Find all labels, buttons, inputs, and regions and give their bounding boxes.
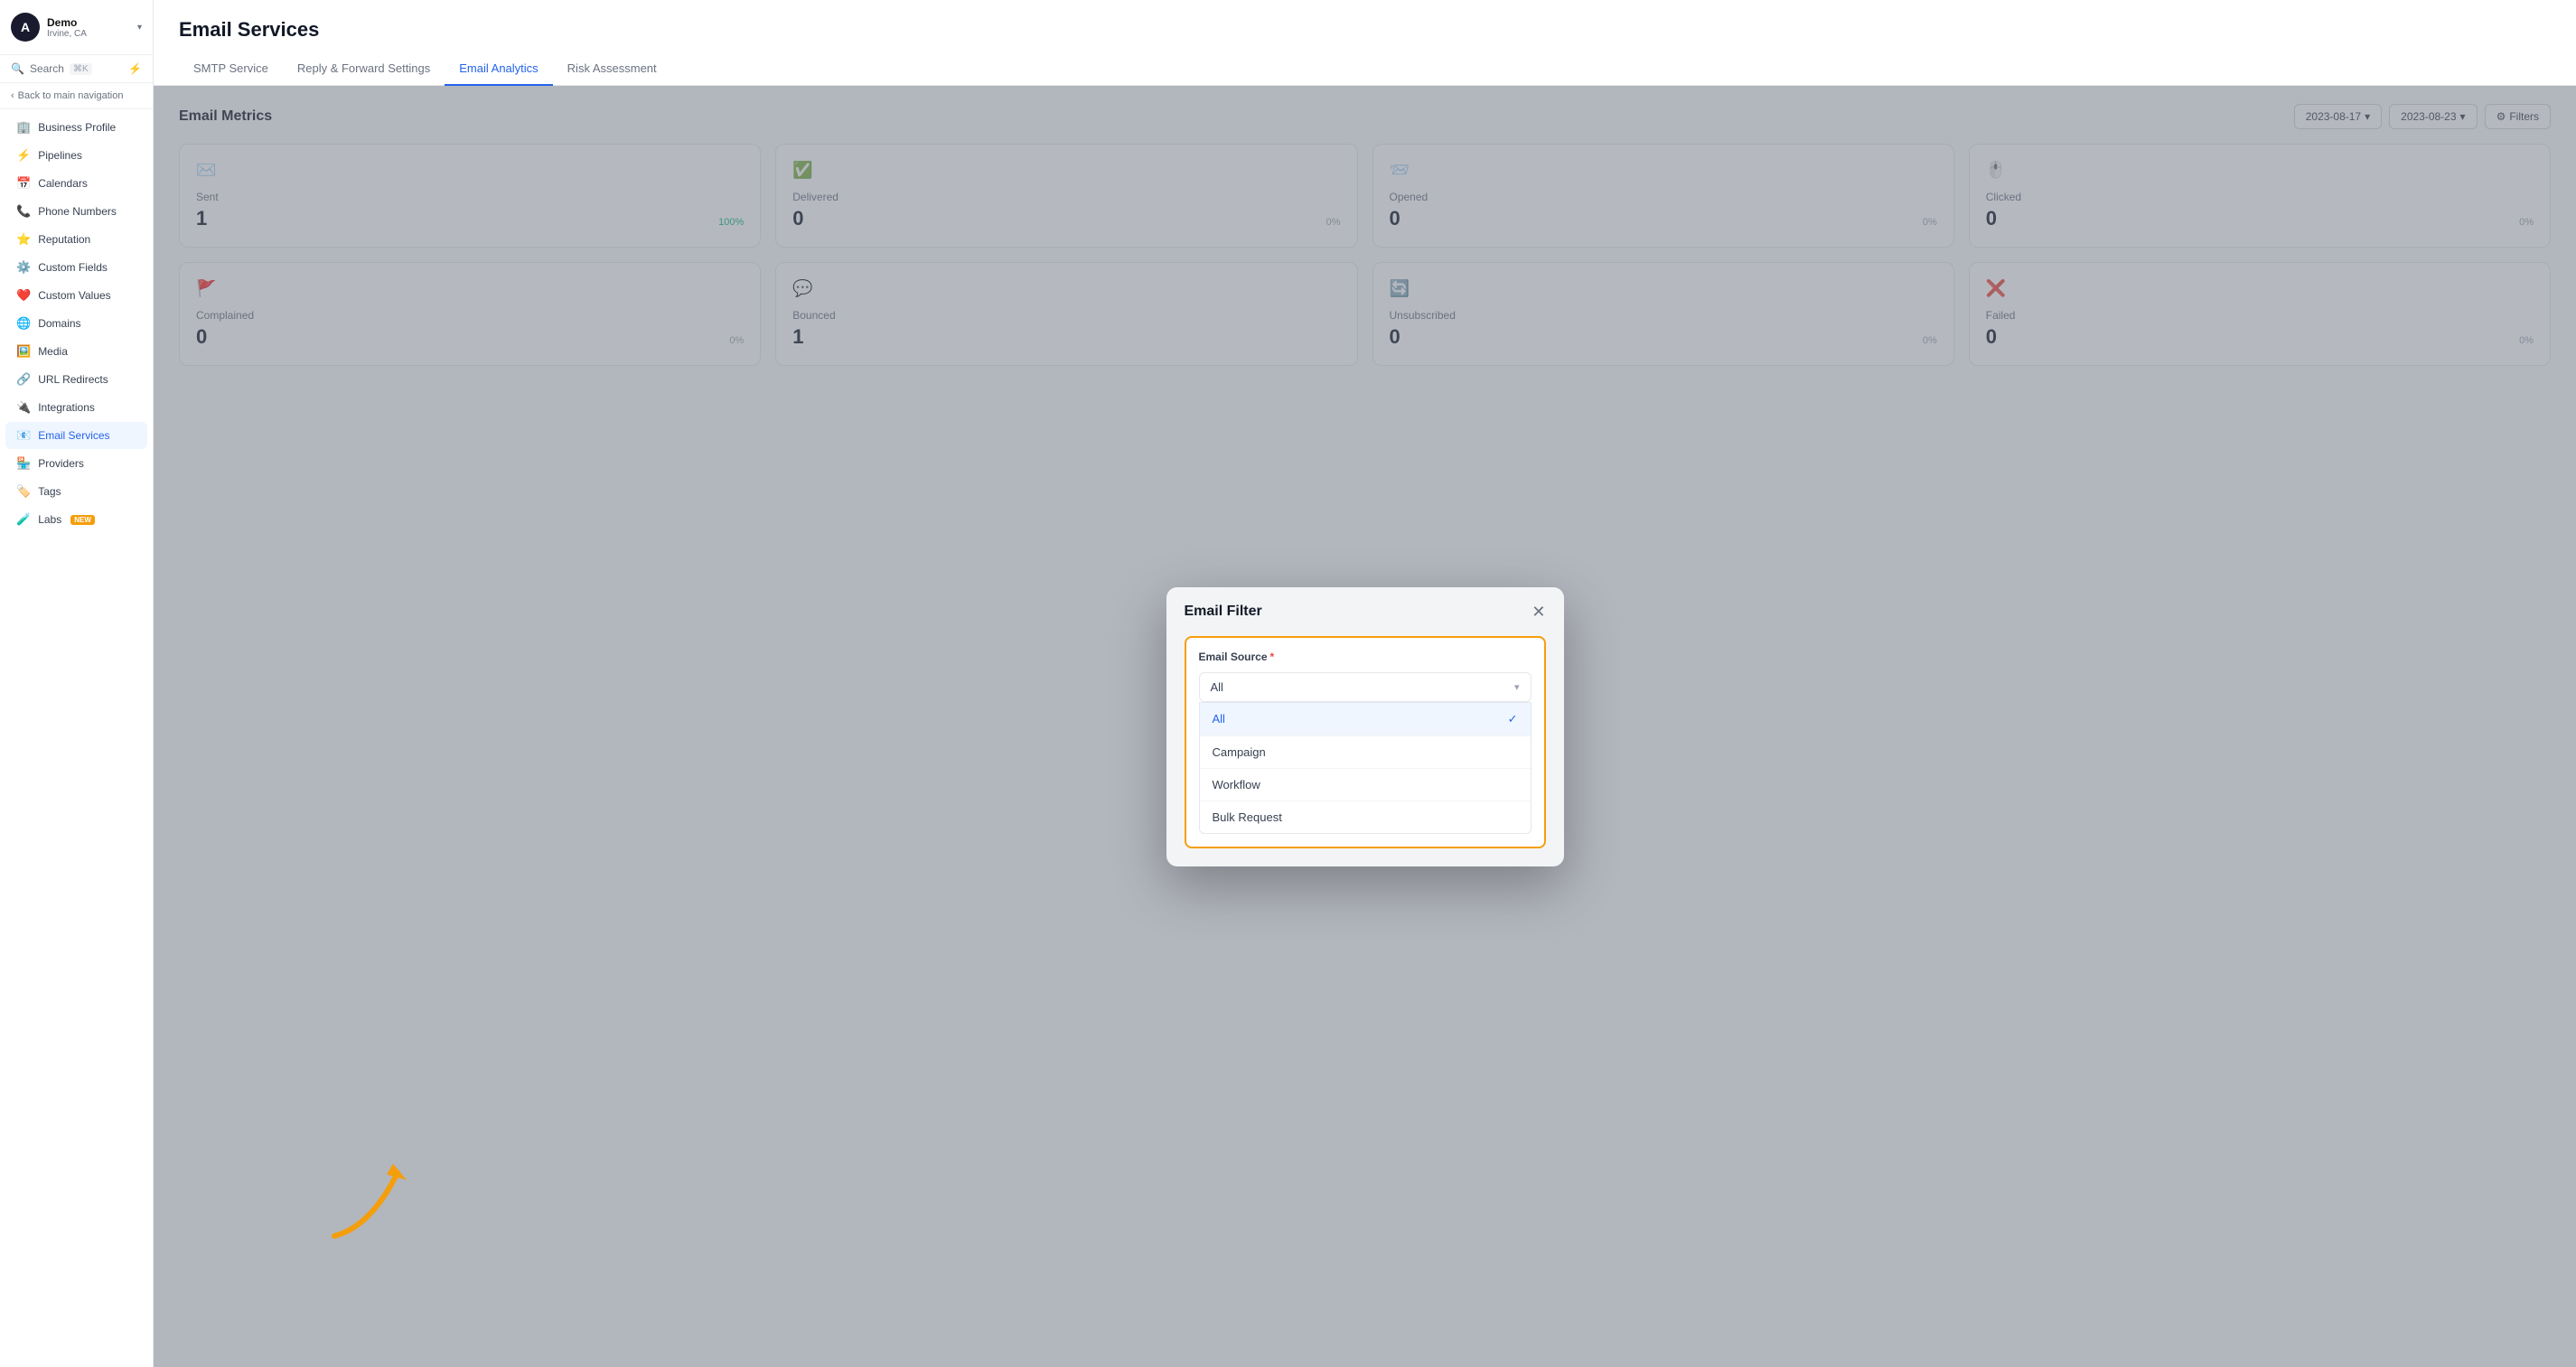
sidebar-item-url-redirects[interactable]: 🔗 URL Redirects — [5, 366, 147, 393]
dropdown-option-all[interactable]: All ✓ — [1200, 703, 1531, 735]
lightning-icon: ⚡ — [128, 62, 142, 75]
nav-icon-media: 🖼️ — [16, 344, 31, 359]
sidebar: A Demo Irvine, CA ▾ 🔍 Search ⌘K ⚡ ‹ Back… — [0, 0, 154, 1367]
sidebar-item-label-labs: Labs — [38, 513, 61, 526]
email-source-select[interactable]: All ▾ — [1199, 672, 1532, 702]
sidebar-item-label-reputation: Reputation — [38, 233, 90, 246]
tab-email-analytics[interactable]: Email Analytics — [445, 52, 552, 86]
nav-icon-integrations: 🔌 — [16, 400, 31, 415]
sidebar-item-label-providers: Providers — [38, 457, 84, 470]
filter-label: Email Source * — [1199, 651, 1532, 663]
user-info: Demo Irvine, CA — [47, 16, 130, 39]
user-name: Demo — [47, 16, 130, 29]
sidebar-item-label-custom-values: Custom Values — [38, 289, 110, 302]
sidebar-item-calendars[interactable]: 📅 Calendars — [5, 170, 147, 197]
sidebar-search[interactable]: 🔍 Search ⌘K ⚡ — [0, 55, 153, 83]
tab-bar: SMTP ServiceReply & Forward SettingsEmai… — [179, 52, 2551, 85]
sidebar-item-label-pipelines: Pipelines — [38, 149, 82, 162]
sidebar-item-integrations[interactable]: 🔌 Integrations — [5, 394, 147, 421]
nav-icon-providers: 🏪 — [16, 456, 31, 471]
modal-close-button[interactable]: ✕ — [1532, 604, 1545, 620]
sidebar-item-label-url-redirects: URL Redirects — [38, 373, 108, 386]
search-shortcut: ⌘K — [70, 63, 92, 75]
nav-icon-custom-fields: ⚙️ — [16, 260, 31, 275]
back-nav-label: Back to main navigation — [18, 90, 124, 101]
dropdown-option-label-campaign: Campaign — [1213, 745, 1266, 759]
modal-body: Email Source * All ▾ All ✓ Campaign Work… — [1166, 636, 1564, 866]
sidebar-item-reputation[interactable]: ⭐ Reputation — [5, 226, 147, 253]
check-icon-all: ✓ — [1508, 712, 1518, 726]
select-value: All — [1211, 680, 1223, 694]
dropdown-list: All ✓ Campaign Workflow Bulk Request — [1199, 702, 1532, 834]
nav-icon-url-redirects: 🔗 — [16, 372, 31, 387]
content-area: Email Metrics 2023-08-17 ▾ 2023-08-23 ▾ … — [154, 86, 2576, 1367]
sidebar-item-label-business-profile: Business Profile — [38, 121, 116, 134]
dropdown-option-label-bulk-request: Bulk Request — [1213, 810, 1282, 824]
badge-new: new — [70, 515, 95, 525]
sidebar-item-phone-numbers[interactable]: 📞 Phone Numbers — [5, 198, 147, 225]
sidebar-item-labs[interactable]: 🧪 Labs new — [5, 506, 147, 533]
modal-backdrop: Email Filter ✕ Email Source * All ▾ — [154, 86, 2576, 1367]
page-title: Email Services — [179, 0, 2551, 52]
tab-reply-forward[interactable]: Reply & Forward Settings — [283, 52, 445, 86]
sidebar-item-business-profile[interactable]: 🏢 Business Profile — [5, 114, 147, 141]
nav-icon-calendars: 📅 — [16, 176, 31, 191]
sidebar-item-media[interactable]: 🖼️ Media — [5, 338, 147, 365]
sidebar-item-label-custom-fields: Custom Fields — [38, 261, 108, 274]
nav-icon-phone-numbers: 📞 — [16, 204, 31, 219]
top-bar: Email Services SMTP ServiceReply & Forwa… — [154, 0, 2576, 86]
nav-icon-pipelines: ⚡ — [16, 148, 31, 163]
required-star: * — [1270, 651, 1275, 663]
avatar: A — [11, 13, 40, 42]
dropdown-option-label-all: All — [1213, 712, 1225, 726]
dropdown-option-label-workflow: Workflow — [1213, 778, 1260, 791]
filter-section: Email Source * All ▾ All ✓ Campaign Work… — [1185, 636, 1546, 848]
sidebar-item-label-integrations: Integrations — [38, 401, 95, 414]
back-nav[interactable]: ‹ Back to main navigation — [0, 83, 153, 109]
sidebar-item-tags[interactable]: 🏷️ Tags — [5, 478, 147, 505]
nav-icon-email-services: 📧 — [16, 428, 31, 443]
sidebar-item-label-phone-numbers: Phone Numbers — [38, 205, 117, 218]
nav-icon-business-profile: 🏢 — [16, 120, 31, 135]
user-location: Irvine, CA — [47, 29, 130, 39]
dropdown-option-bulk-request[interactable]: Bulk Request — [1200, 801, 1531, 833]
sidebar-item-pipelines[interactable]: ⚡ Pipelines — [5, 142, 147, 169]
sidebar-item-domains[interactable]: 🌐 Domains — [5, 310, 147, 337]
dropdown-option-campaign[interactable]: Campaign — [1200, 735, 1531, 768]
tab-smtp[interactable]: SMTP Service — [179, 52, 283, 86]
sidebar-item-label-calendars: Calendars — [38, 177, 88, 190]
sidebar-item-providers[interactable]: 🏪 Providers — [5, 450, 147, 477]
sidebar-item-custom-fields[interactable]: ⚙️ Custom Fields — [5, 254, 147, 281]
dropdown-option-workflow[interactable]: Workflow — [1200, 768, 1531, 801]
sidebar-header[interactable]: A Demo Irvine, CA ▾ — [0, 0, 153, 55]
sidebar-item-label-email-services: Email Services — [38, 429, 109, 442]
tab-risk-assessment[interactable]: Risk Assessment — [553, 52, 671, 86]
back-arrow-icon: ‹ — [11, 90, 14, 101]
select-chevron-icon: ▾ — [1514, 681, 1520, 693]
nav-icon-custom-values: ❤️ — [16, 288, 31, 303]
sidebar-item-label-tags: Tags — [38, 485, 61, 498]
sidebar-nav: 🏢 Business Profile ⚡ Pipelines 📅 Calenda… — [0, 109, 153, 538]
sidebar-item-email-services[interactable]: 📧 Email Services — [5, 422, 147, 449]
search-label: Search — [30, 62, 64, 75]
nav-icon-reputation: ⭐ — [16, 232, 31, 247]
search-icon: 🔍 — [11, 62, 24, 75]
sidebar-item-custom-values[interactable]: ❤️ Custom Values — [5, 282, 147, 309]
nav-icon-tags: 🏷️ — [16, 484, 31, 499]
chevron-down-icon: ▾ — [137, 23, 142, 33]
main-content: Email Services SMTP ServiceReply & Forwa… — [154, 0, 2576, 1367]
modal-title: Email Filter — [1185, 604, 1262, 620]
sidebar-item-label-domains: Domains — [38, 317, 80, 330]
nav-icon-domains: 🌐 — [16, 316, 31, 331]
modal-header: Email Filter ✕ — [1166, 587, 1564, 636]
nav-icon-labs: 🧪 — [16, 512, 31, 527]
sidebar-item-label-media: Media — [38, 345, 68, 358]
email-filter-modal: Email Filter ✕ Email Source * All ▾ — [1166, 587, 1564, 866]
